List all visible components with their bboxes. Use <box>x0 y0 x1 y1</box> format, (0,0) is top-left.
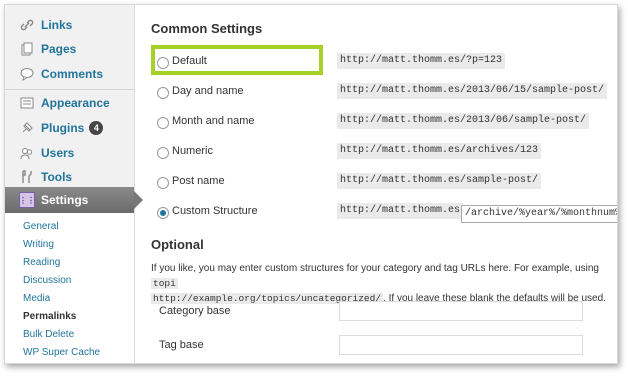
option-label[interactable]: Default <box>172 55 207 67</box>
radio-day-and-name[interactable] <box>157 87 169 99</box>
permalink-option-post-name: Post name http://matt.thomm.es/sample-po… <box>151 173 617 193</box>
sidebar-item-users[interactable]: Users <box>5 141 134 165</box>
pages-icon <box>19 41 35 57</box>
example-url: http://matt.thomm.es/2013/06/15/sample-p… <box>337 83 608 99</box>
optional-heading: Optional <box>151 237 204 252</box>
settings-icon: ⋮⋮ <box>19 192 35 208</box>
admin-sidebar: Links Pages Comments Appearance Plugins … <box>5 5 143 363</box>
permalink-option-month-and-name: Month and name http://matt.thomm.es/2013… <box>151 113 617 133</box>
custom-structure-input[interactable]: /archive/%year%/%monthnum%/ <box>461 205 617 223</box>
appearance-icon <box>19 95 35 111</box>
sidebar-item-label: Tools <box>41 170 73 184</box>
optional-description: If you like, you may enter custom struct… <box>151 261 617 306</box>
submenu-item-media[interactable]: Media <box>23 293 50 304</box>
permalink-option-day-and-name: Day and name http://matt.thomm.es/2013/0… <box>151 83 617 103</box>
example-url: http://matt.thomm.es/archives/123 <box>337 143 542 159</box>
sidebar-item-label: Comments <box>41 67 104 81</box>
option-label[interactable]: Custom Structure <box>172 205 258 217</box>
radio-month-and-name[interactable] <box>157 117 169 129</box>
category-base-input[interactable] <box>339 301 583 321</box>
sidebar-item-label: Settings <box>41 193 89 207</box>
sidebar-item-label: Links <box>41 18 73 32</box>
category-base-label: Category base <box>159 305 231 317</box>
sidebar-item-pages[interactable]: Pages <box>5 37 134 61</box>
sidebar-item-label: Pages <box>41 42 77 56</box>
radio-post-name[interactable] <box>157 177 169 189</box>
link-icon <box>19 17 35 33</box>
option-label[interactable]: Day and name <box>172 85 244 97</box>
example-url: http://matt.thomm.es/?p=123 <box>337 53 506 69</box>
option-label[interactable]: Month and name <box>172 115 255 127</box>
radio-custom-structure[interactable] <box>157 207 169 219</box>
sidebar-item-appearance[interactable]: Appearance <box>5 91 134 115</box>
radio-default[interactable] <box>157 57 169 69</box>
submenu-item-writing[interactable]: Writing <box>23 239 54 250</box>
comments-icon <box>19 66 35 82</box>
submenu-item-reading[interactable]: Reading <box>23 257 60 268</box>
users-icon <box>19 145 35 161</box>
submenu-item-discussion[interactable]: Discussion <box>23 275 71 286</box>
example-url: http://matt.thomm.es <box>337 203 464 219</box>
submenu-item-wp-super-cache[interactable]: WP Super Cache <box>23 347 100 358</box>
settings-submenu: General Writing Reading Discussion Media… <box>5 213 134 363</box>
sidebar-item-label: Users <box>41 146 75 160</box>
desc-code: topi <box>151 278 178 289</box>
option-label[interactable]: Numeric <box>172 145 213 157</box>
desc-text: If you like, you may enter custom struct… <box>151 263 599 274</box>
menu-separator <box>5 89 134 90</box>
sidebar-item-settings[interactable]: ⋮⋮ Settings <box>5 187 143 213</box>
submenu-item-general[interactable]: General <box>23 221 59 232</box>
sidebar-item-label: Appearance <box>41 96 110 110</box>
plugin-update-count-badge: 4 <box>89 121 104 135</box>
submenu-item-permalinks[interactable]: Permalinks <box>23 311 76 322</box>
browser-frame: Links Pages Comments Appearance Plugins … <box>4 4 618 364</box>
permalink-option-default: Default http://matt.thomm.es/?p=123 <box>151 53 617 73</box>
tag-base-label: Tag base <box>159 339 204 351</box>
example-url: http://matt.thomm.es/sample-post/ <box>337 173 542 189</box>
common-settings-heading: Common Settings <box>151 21 263 36</box>
sidebar-item-comments[interactable]: Comments <box>5 62 134 86</box>
plugins-icon <box>19 120 35 136</box>
option-label[interactable]: Post name <box>172 175 225 187</box>
sidebar-item-label: Plugins <box>41 121 85 135</box>
tag-base-input[interactable] <box>339 335 583 355</box>
sidebar-item-links[interactable]: Links <box>5 13 134 37</box>
sidebar-item-plugins[interactable]: Plugins 4 <box>5 116 134 140</box>
permalink-settings-panel: Common Settings Default http://matt.thom… <box>135 5 617 363</box>
permalink-option-numeric: Numeric http://matt.thomm.es/archives/12… <box>151 143 617 163</box>
submenu-item-bulk-delete[interactable]: Bulk Delete <box>23 329 74 340</box>
sidebar-item-tools[interactable]: Tools <box>5 165 134 189</box>
radio-numeric[interactable] <box>157 147 169 159</box>
tools-icon <box>19 169 35 185</box>
example-url: http://matt.thomm.es/2013/06/sample-post… <box>337 113 590 129</box>
